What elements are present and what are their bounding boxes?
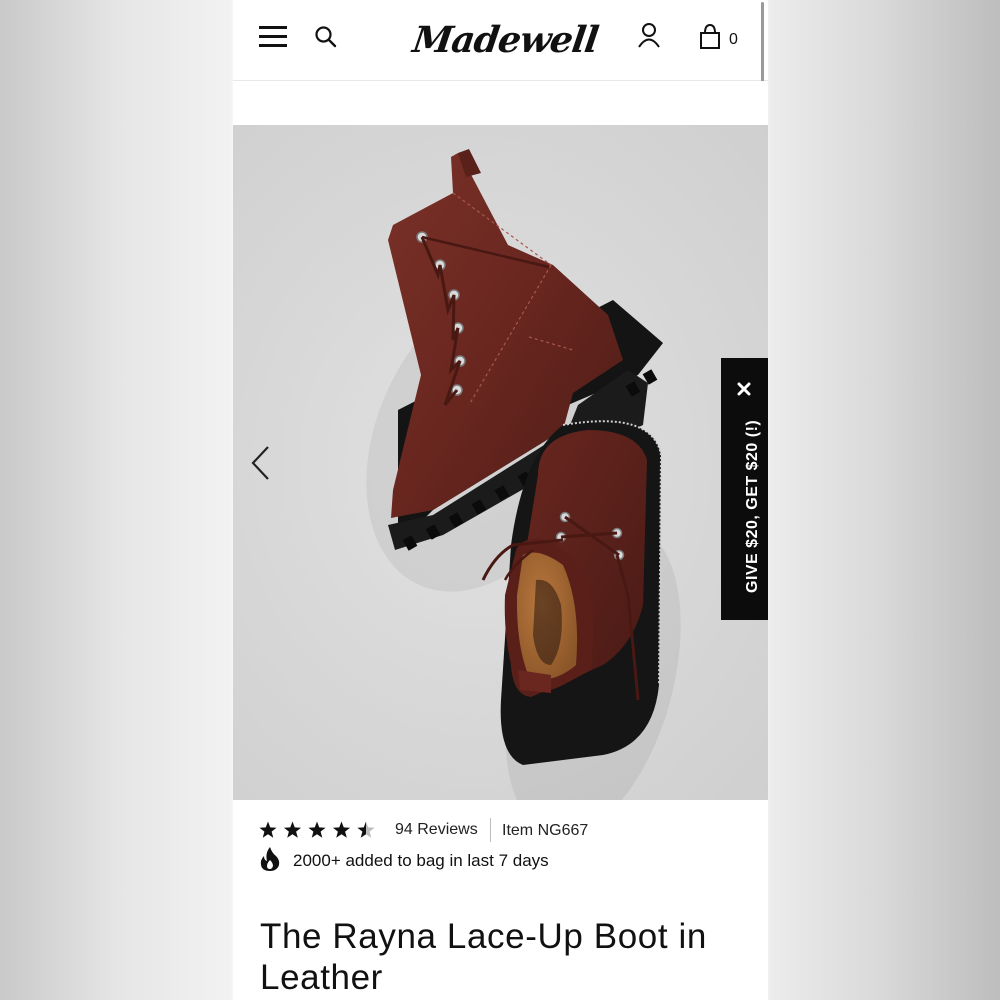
reviews-link[interactable]: 94 Reviews	[395, 821, 478, 839]
product-photo	[366, 149, 681, 800]
divider	[490, 818, 491, 842]
product-image-carousel[interactable]	[233, 125, 768, 800]
star-icon	[357, 821, 375, 838]
scrollbar[interactable]	[761, 2, 764, 86]
site-header: Madewell 0	[233, 0, 768, 81]
item-number: Item NG667	[502, 822, 589, 839]
referral-promo-tab[interactable]: GIVE $20, GET $20 (!)	[721, 358, 768, 620]
star-icon	[259, 821, 277, 838]
star-icon	[283, 821, 302, 838]
cart-count-badge[interactable]: 0	[729, 31, 738, 49]
chevron-left-icon[interactable]	[250, 445, 272, 481]
bag-activity-text: 2000+ added to bag in last 7 days	[293, 851, 549, 870]
referral-promo-label[interactable]: GIVE $20, GET $20 (!)	[744, 393, 762, 593]
header-spacer	[233, 81, 768, 125]
hamburger-menu-icon[interactable]	[259, 24, 289, 50]
star-rating[interactable]	[259, 820, 379, 840]
brand-logo[interactable]: Madewell	[409, 14, 600, 66]
star-icon	[332, 821, 351, 838]
star-icon	[308, 821, 326, 838]
flame-icon	[260, 847, 280, 871]
product-title: The Rayna Lace-Up Boot in Leather	[260, 917, 707, 997]
search-icon[interactable]	[314, 25, 338, 49]
mobile-viewport: Madewell 0 GIVE $20, GET $20 (!) 94 Revi…	[233, 0, 768, 1000]
product-info: 94 Reviews Item NG667 2000+ added to bag…	[233, 800, 768, 1000]
user-icon[interactable]	[637, 22, 661, 50]
shopping-bag-icon[interactable]	[699, 24, 721, 50]
